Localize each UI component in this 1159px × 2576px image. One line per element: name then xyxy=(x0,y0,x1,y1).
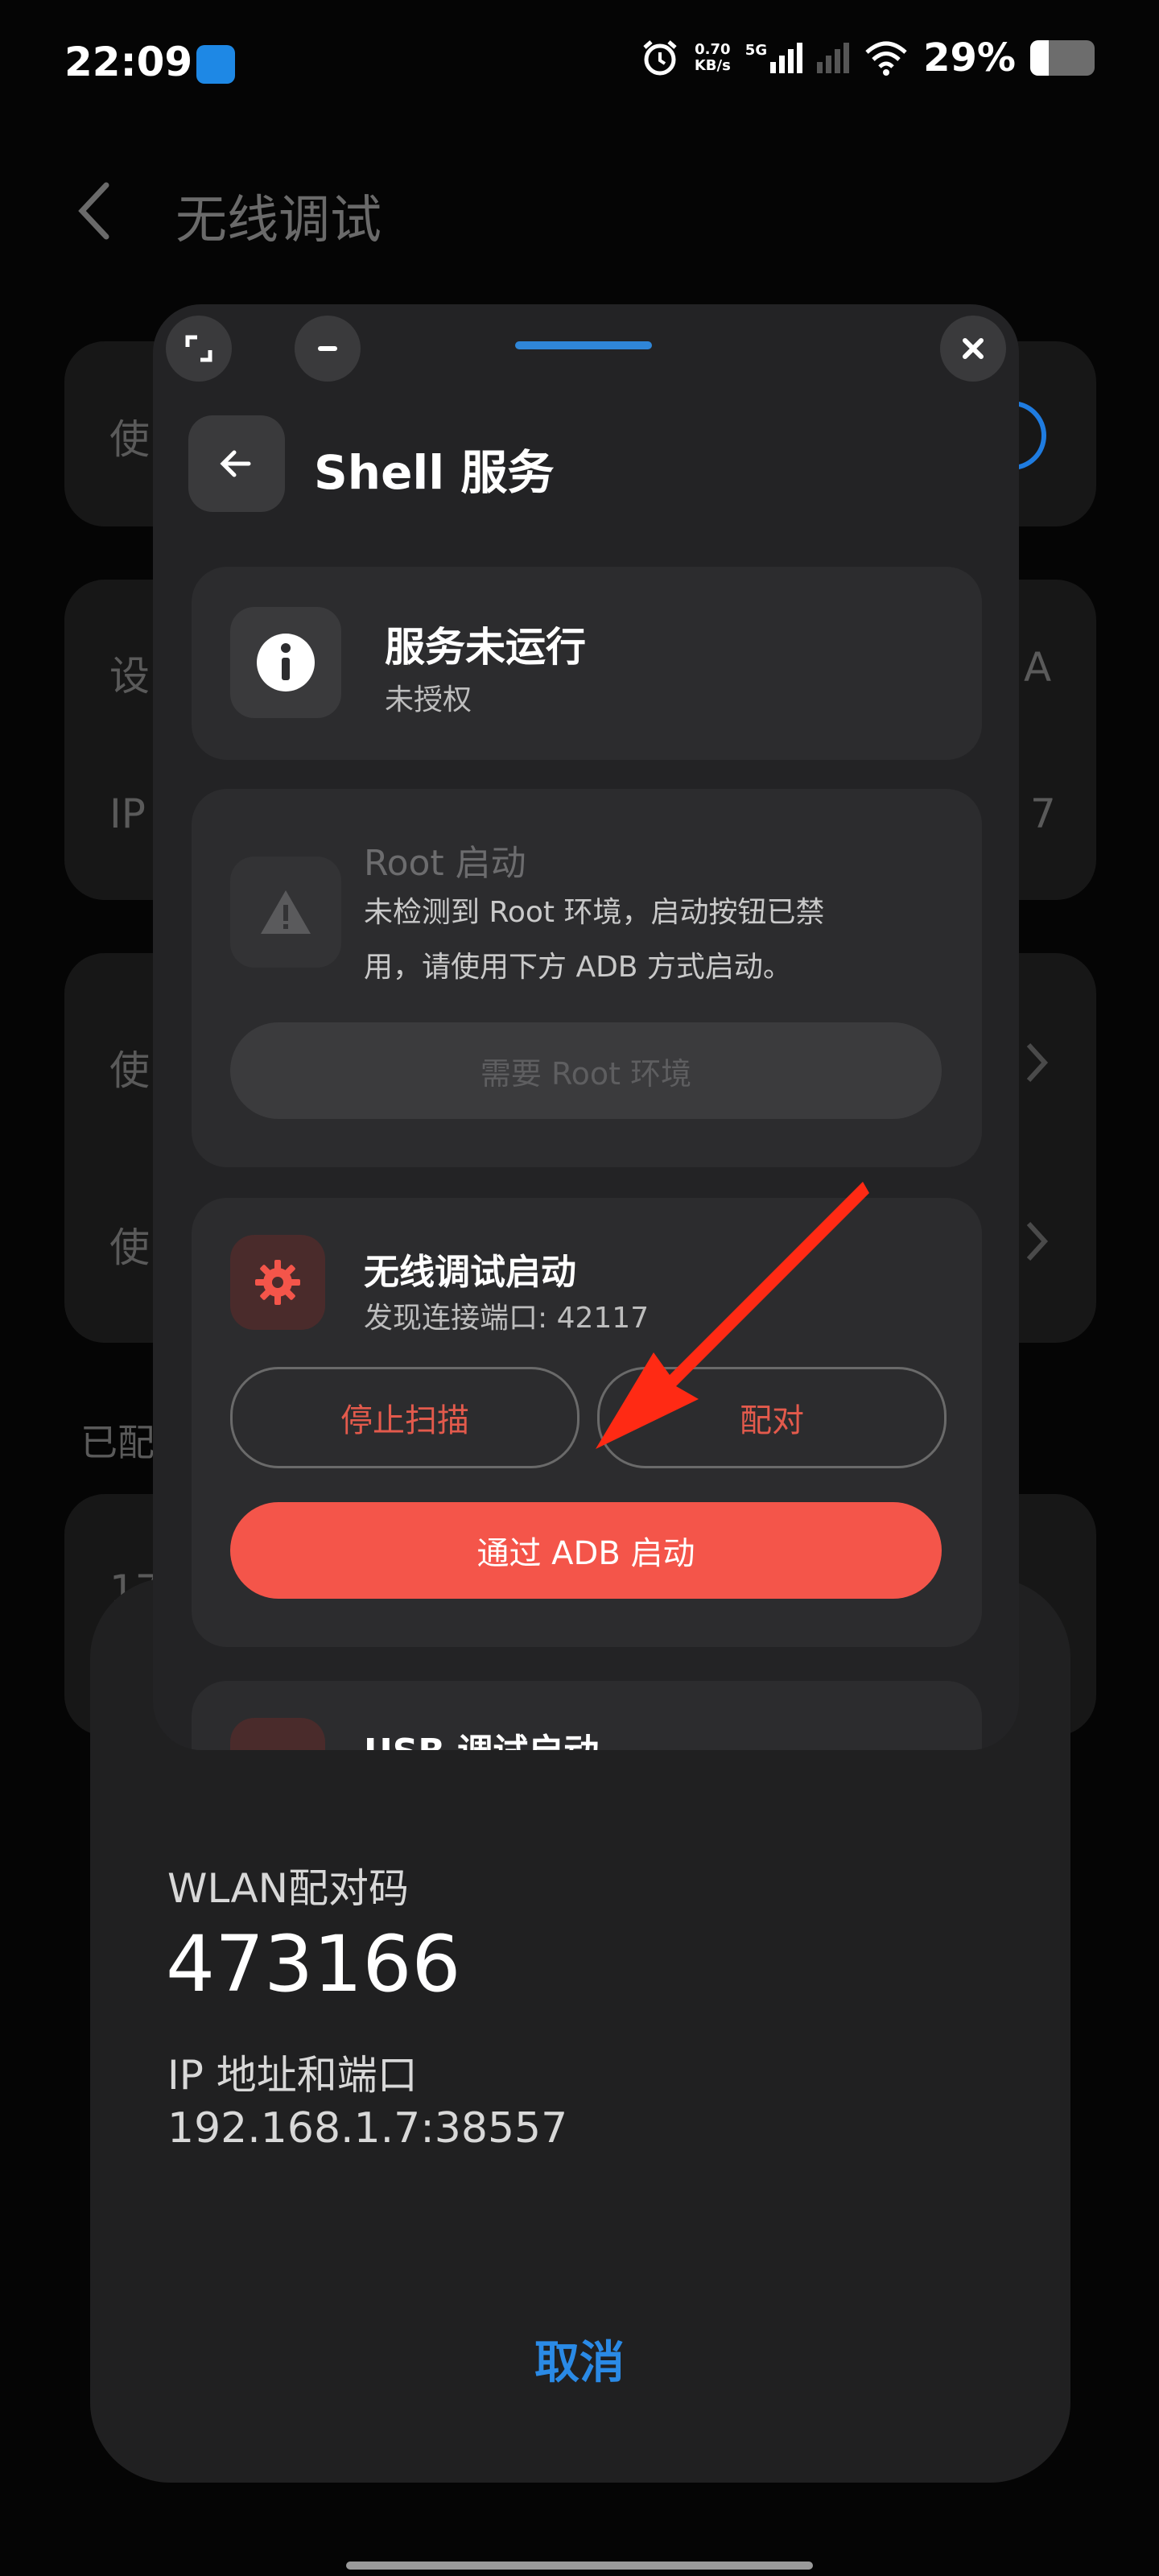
pairing-code-label: WLAN配对码 xyxy=(167,1865,410,1912)
expand-icon xyxy=(185,335,212,362)
window-back-button[interactable] xyxy=(188,415,285,512)
warning-icon-box xyxy=(230,857,341,968)
app-notification-icon xyxy=(196,45,235,84)
warning-icon xyxy=(261,890,311,934)
stop-scan-button[interactable]: 停止扫描 xyxy=(230,1367,580,1468)
battery-percent: 29% xyxy=(923,35,1016,80)
pair-code-row[interactable]: 使 xyxy=(109,1216,150,1274)
signal-icon-2 xyxy=(817,43,850,73)
ip-port-label: IP 地址和端口 xyxy=(167,2052,418,2099)
window-title: Shell 服务 xyxy=(314,445,555,500)
pairing-code-value: 473166 xyxy=(166,1919,461,2009)
usb-debug-card: USB 调试启动 xyxy=(192,1681,982,1750)
ip-port-value: 192.168.1.7:38557 xyxy=(167,2104,568,2153)
back-arrow-icon[interactable] xyxy=(71,179,119,243)
wireless-icon-box xyxy=(230,1235,325,1330)
signal-icon-5g: 5G xyxy=(745,43,803,73)
gesture-navigation-bar[interactable] xyxy=(346,2562,813,2570)
device-name-value: A xyxy=(1024,644,1052,691)
minus-icon xyxy=(318,346,337,351)
shell-service-window: Shell 服务 服务未运行 未授权 Root 启动 未检测到 Root 环境，… xyxy=(153,304,1019,1750)
usb-icon-box xyxy=(230,1718,325,1750)
drag-handle[interactable] xyxy=(515,341,652,349)
net-speed: 0.70 KB/s xyxy=(694,41,731,74)
root-start-title: Root 启动 xyxy=(364,843,526,884)
info-icon xyxy=(257,634,315,691)
root-start-desc-2: 用，请使用下方 ADB 方式启动。 xyxy=(364,951,792,984)
require-root-button: 需要 Root 环境 xyxy=(230,1022,942,1119)
settings-row-label: 使 xyxy=(109,416,150,463)
close-window-button[interactable] xyxy=(940,316,1006,382)
minimize-button[interactable] xyxy=(295,316,361,382)
start-via-adb-button[interactable]: 通过 ADB 启动 xyxy=(230,1502,942,1599)
service-status-subtitle: 未授权 xyxy=(385,683,472,716)
pair-qr-row[interactable]: 使 xyxy=(109,1038,150,1096)
arrow-left-icon xyxy=(220,450,251,477)
status-icons: 0.70 KB/s 5G 29% xyxy=(640,35,1095,80)
chevron-right-icon xyxy=(1026,1042,1049,1083)
root-start-card: Root 启动 未检测到 Root 环境，启动按钮已禁 用，请使用下方 ADB … xyxy=(192,789,982,1167)
service-status-card: 服务未运行 未授权 xyxy=(192,567,982,760)
close-icon xyxy=(963,338,984,359)
gear-icon xyxy=(255,1260,300,1305)
root-start-desc-1: 未检测到 Root 环境，启动按钮已禁 xyxy=(364,896,825,929)
status-icon-box xyxy=(230,607,341,718)
wifi-icon xyxy=(865,41,907,76)
device-name-label: 设 xyxy=(109,653,150,700)
page-title: 无线调试 xyxy=(175,191,382,250)
usb-debug-title: USB 调试启动 xyxy=(364,1723,599,1750)
status-time: 22:09 xyxy=(64,39,193,85)
ip-value: 7 xyxy=(1030,791,1056,837)
wireless-debug-title: 无线调试启动 xyxy=(364,1252,576,1293)
chevron-right-icon xyxy=(1026,1221,1049,1261)
fullscreen-button[interactable] xyxy=(166,316,232,382)
alarm-icon xyxy=(643,40,677,76)
service-status-title: 服务未运行 xyxy=(385,624,586,671)
annotation-arrow xyxy=(596,1182,869,1449)
paired-section-label: 已配 xyxy=(80,1421,155,1464)
cancel-button[interactable]: 取消 xyxy=(499,2326,660,2392)
ip-label: IP xyxy=(109,791,146,837)
battery-icon xyxy=(1030,40,1095,76)
